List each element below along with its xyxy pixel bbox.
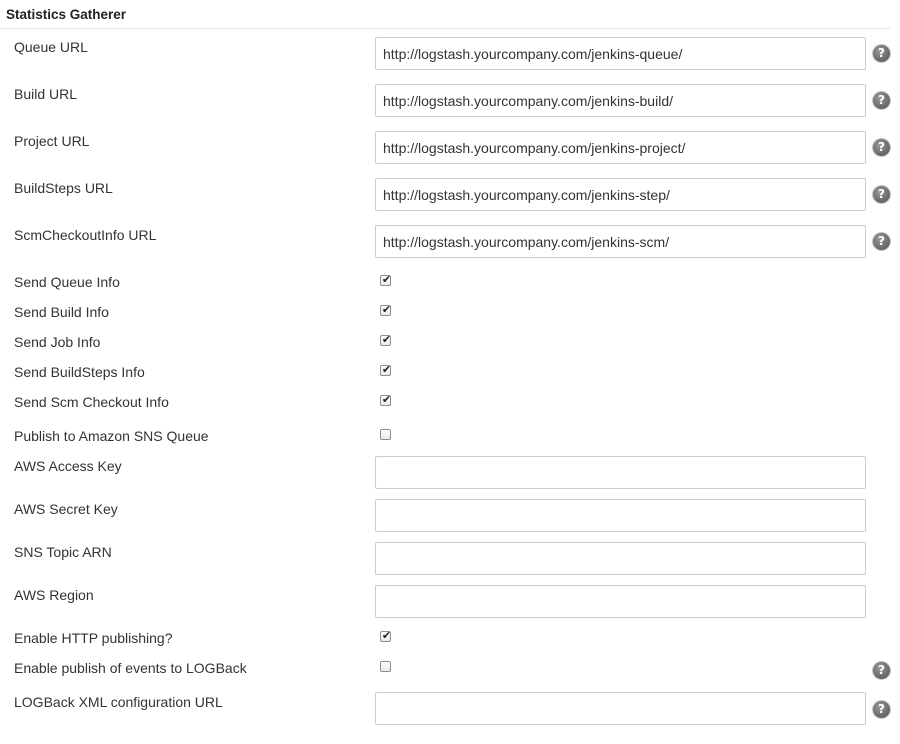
scm-checkout-url-input[interactable] (375, 225, 866, 258)
enable-logback-checkbox[interactable] (380, 661, 391, 672)
send-buildsteps-info-checkbox[interactable]: ✔ (380, 363, 392, 376)
buildsteps-url-input[interactable] (375, 178, 866, 211)
checkmark-icon: ✔ (381, 629, 392, 642)
enable-logback-help-icon[interactable]: ? (873, 662, 890, 679)
scm-checkout-url-help-icon[interactable]: ? (873, 233, 890, 250)
logback-url-input[interactable] (375, 692, 866, 725)
aws-access-key-label: AWS Access Key (14, 458, 122, 474)
section-header: Statistics Gatherer (6, 7, 127, 22)
aws-secret-key-input[interactable] (375, 499, 866, 532)
build-url-help-icon[interactable]: ? (873, 92, 890, 109)
logback-url-label: LOGBack XML configuration URL (14, 694, 223, 710)
aws-secret-key-label: AWS Secret Key (14, 501, 118, 517)
build-url-input[interactable] (375, 84, 866, 117)
send-scm-checkout-info-label: Send Scm Checkout Info (14, 394, 169, 410)
send-buildsteps-info-label: Send BuildSteps Info (14, 364, 145, 380)
sns-topic-arn-label: SNS Topic ARN (14, 544, 112, 560)
checkmark-icon: ✔ (381, 393, 392, 406)
send-queue-info-checkbox[interactable]: ✔ (380, 273, 392, 286)
queue-url-help-icon[interactable]: ? (873, 45, 890, 62)
project-url-label: Project URL (14, 133, 90, 149)
publish-sns-label: Publish to Amazon SNS Queue (14, 428, 209, 444)
checkmark-icon: ✔ (381, 273, 392, 286)
aws-access-key-input[interactable] (375, 456, 866, 489)
send-build-info-label: Send Build Info (14, 304, 109, 320)
buildsteps-url-help-icon[interactable]: ? (873, 186, 890, 203)
enable-http-checkbox[interactable]: ✔ (380, 629, 392, 642)
enable-http-label: Enable HTTP publishing? (14, 630, 173, 646)
scm-checkout-url-label: ScmCheckoutInfo URL (14, 227, 157, 243)
logback-url-help-icon[interactable]: ? (873, 701, 890, 718)
send-job-info-label: Send Job Info (14, 334, 101, 350)
queue-url-input[interactable] (375, 37, 866, 70)
publish-sns-checkbox[interactable] (380, 429, 391, 440)
queue-url-label: Queue URL (14, 39, 88, 55)
sns-topic-arn-input[interactable] (375, 542, 866, 575)
project-url-help-icon[interactable]: ? (873, 139, 890, 156)
checkmark-icon: ✔ (381, 363, 392, 376)
build-url-label: Build URL (14, 86, 78, 102)
send-scm-checkout-info-checkbox[interactable]: ✔ (380, 393, 392, 406)
aws-region-input[interactable] (375, 585, 866, 618)
send-queue-info-label: Send Queue Info (14, 274, 120, 290)
send-job-info-checkbox[interactable]: ✔ (380, 333, 392, 346)
project-url-input[interactable] (375, 131, 866, 164)
section-divider (0, 28, 890, 29)
send-build-info-checkbox[interactable]: ✔ (380, 303, 392, 316)
buildsteps-url-label: BuildSteps URL (14, 180, 113, 196)
aws-region-label: AWS Region (14, 587, 94, 603)
enable-logback-label: Enable publish of events to LOGBack (14, 660, 247, 676)
checkmark-icon: ✔ (381, 333, 392, 346)
checkmark-icon: ✔ (381, 303, 392, 316)
